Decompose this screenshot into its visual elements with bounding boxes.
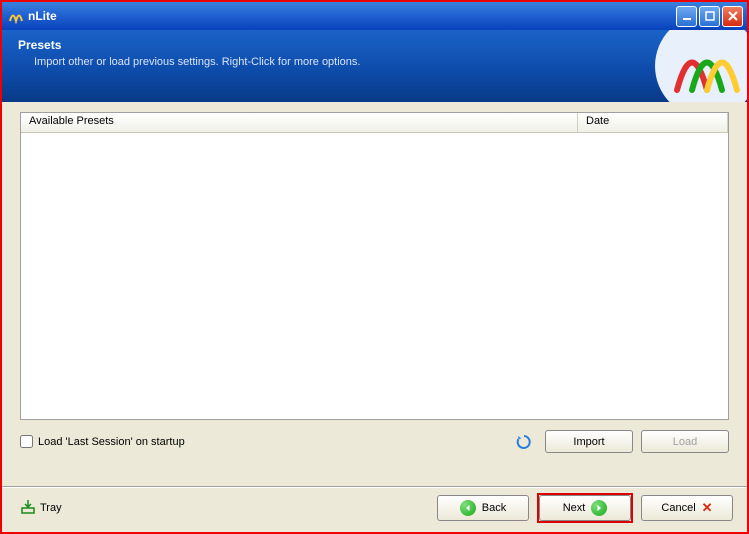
minimize-button[interactable] (676, 6, 697, 27)
tray-icon (20, 499, 36, 518)
presets-listview[interactable]: Available Presets Date (20, 112, 729, 420)
back-button[interactable]: Back (437, 495, 529, 521)
tray-label: Tray (40, 502, 62, 514)
nlite-logo-icon (637, 30, 747, 102)
cancel-label: Cancel (661, 502, 695, 514)
content-area: Available Presets Date Load 'Last Sessio… (2, 102, 747, 472)
footer: Tray Back Next Cancel ✕ (2, 488, 747, 528)
arrow-right-icon (591, 500, 607, 516)
header-description: Import other or load previous settings. … (34, 56, 731, 68)
back-label: Back (482, 502, 506, 514)
next-button[interactable]: Next (539, 495, 631, 521)
header-title: Presets (18, 38, 731, 52)
wizard-header: Presets Import other or load previous se… (2, 30, 747, 102)
column-available-presets[interactable]: Available Presets (21, 113, 578, 132)
refresh-icon[interactable] (515, 433, 533, 451)
list-header: Available Presets Date (21, 113, 728, 133)
list-body[interactable] (21, 133, 728, 419)
next-button-highlight: Next (537, 493, 633, 523)
cancel-button[interactable]: Cancel ✕ (641, 495, 733, 521)
load-last-session-checkbox[interactable] (20, 435, 33, 448)
import-button[interactable]: Import (545, 430, 633, 453)
load-last-session-label[interactable]: Load 'Last Session' on startup (38, 436, 185, 448)
title-bar: nLite (2, 2, 747, 30)
window-title: nLite (28, 9, 676, 23)
app-icon (8, 8, 24, 24)
next-label: Next (563, 502, 586, 514)
close-button[interactable] (722, 6, 743, 27)
load-button: Load (641, 430, 729, 453)
maximize-button[interactable] (699, 6, 720, 27)
tray-button[interactable]: Tray (16, 497, 66, 520)
close-x-icon: ✕ (702, 500, 713, 516)
column-date[interactable]: Date (578, 113, 728, 132)
arrow-left-icon (460, 500, 476, 516)
